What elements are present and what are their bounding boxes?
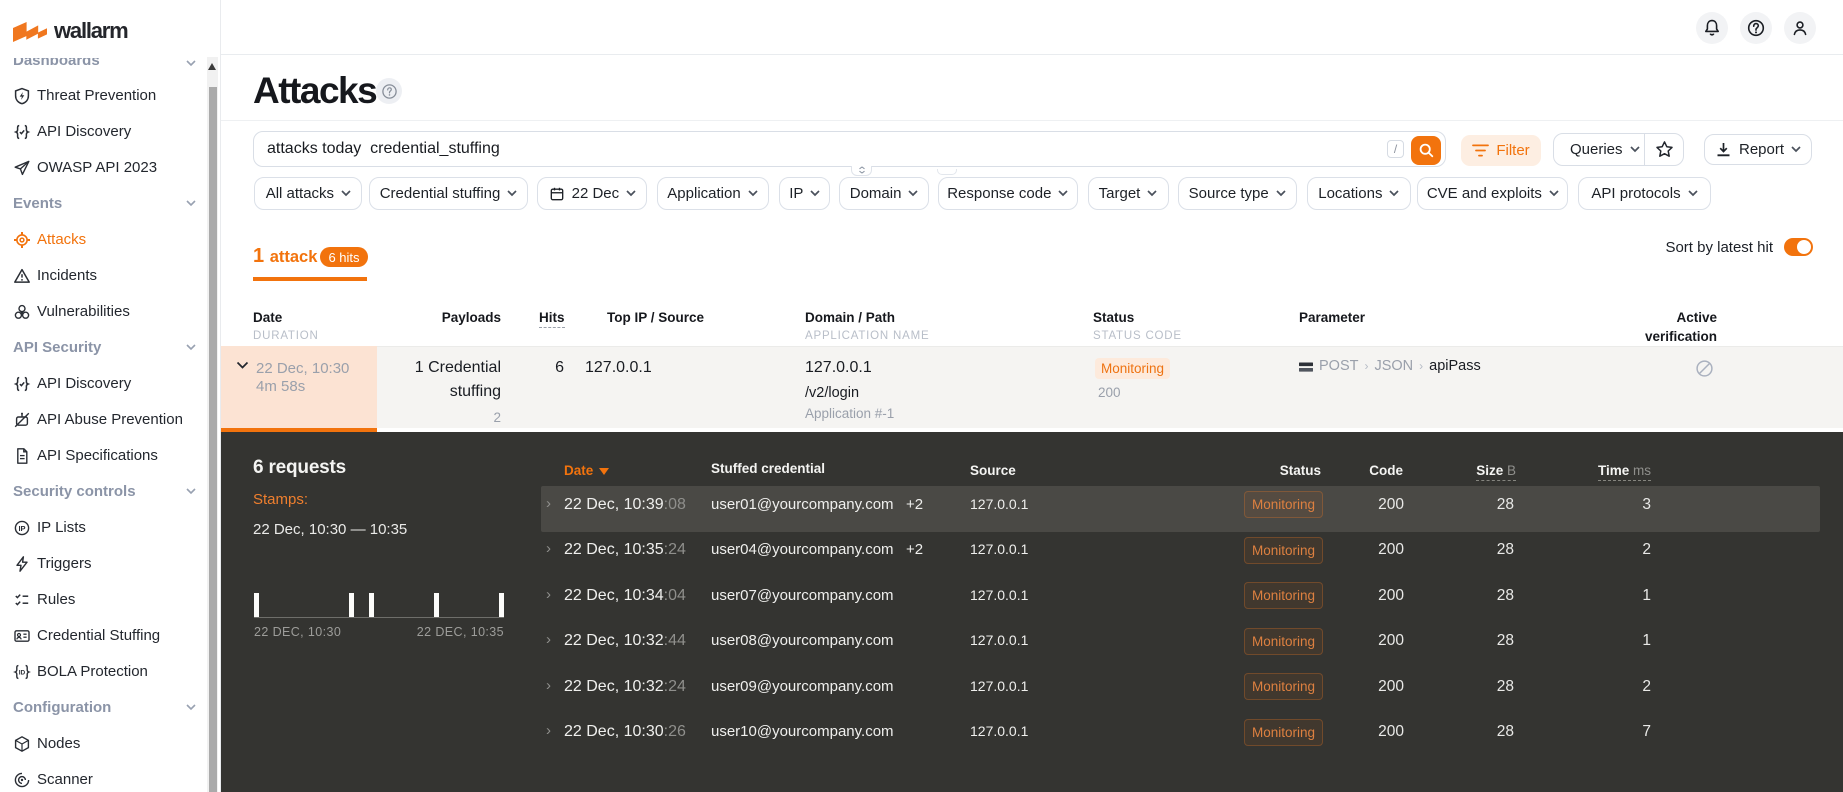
svg-text:ID: ID — [19, 669, 26, 676]
svg-text:IP: IP — [18, 524, 25, 533]
